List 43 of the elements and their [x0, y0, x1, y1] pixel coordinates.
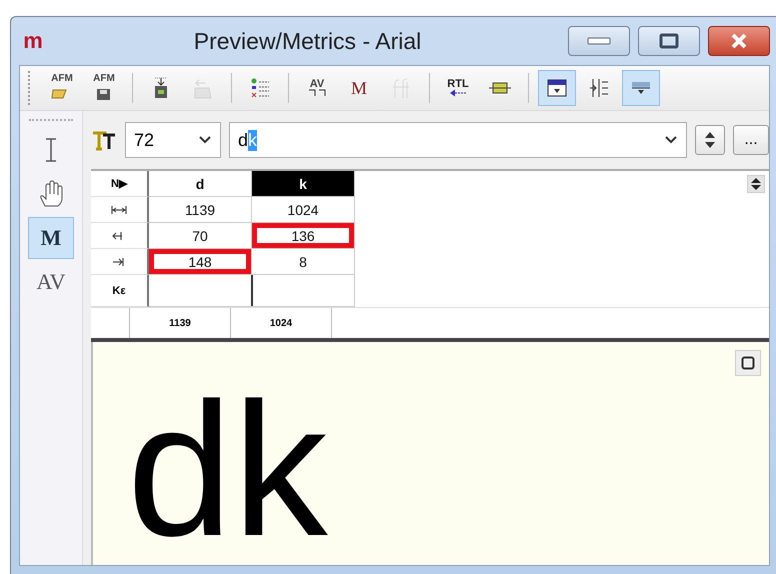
metric-cell[interactable]: 1139 [149, 197, 252, 223]
font-size-dropdown[interactable]: 72 [125, 122, 221, 158]
more-button[interactable]: ... [733, 125, 769, 155]
up-down-icon [750, 177, 762, 191]
window-title: Preview/Metrics - Arial [192, 28, 422, 54]
minimize-button[interactable] [568, 26, 630, 56]
metrics-tool[interactable]: M [28, 217, 74, 259]
pane-top-tool-button[interactable] [622, 70, 660, 106]
dropdown-icon[interactable] [664, 135, 678, 145]
corner-header[interactable]: N▶ [91, 171, 149, 197]
sample-text-field[interactable]: dk [229, 122, 687, 158]
up-down-icon [704, 130, 716, 150]
width-ruler-label: 1024 [231, 308, 332, 338]
preview-text: dk [127, 375, 328, 565]
close-button[interactable] [708, 26, 770, 56]
kerning-tool[interactable]: AV [28, 261, 74, 303]
i-beam-icon [43, 137, 59, 163]
left-arrow-icon [449, 89, 467, 97]
metric-cell[interactable]: 70 [149, 223, 252, 249]
glyph-column-header[interactable]: k [252, 171, 355, 197]
scroll-button[interactable] [747, 175, 765, 193]
metric-cell[interactable]: 136 [252, 223, 355, 249]
metric-cell[interactable]: 1024 [252, 197, 355, 223]
minimize-icon [587, 36, 611, 46]
hand-icon [38, 180, 64, 208]
square-icon [741, 356, 755, 370]
metric-cell[interactable]: 148 [149, 249, 252, 275]
pane-bottom-tool-button[interactable] [538, 70, 576, 106]
kern-tool-button[interactable]: AV [298, 70, 336, 106]
app-icon[interactable]: m [19, 31, 47, 51]
split-icon [587, 76, 611, 100]
chevron-icon [198, 135, 212, 145]
metric-cell[interactable]: 8 [252, 249, 355, 275]
save-tool-button[interactable]: AFM [85, 70, 123, 106]
open-tool-button[interactable]: AFM [43, 70, 81, 106]
spin-button[interactable] [695, 125, 725, 155]
close-icon [730, 33, 748, 49]
width-ruler-label: 1139 [130, 308, 231, 338]
maximize-button[interactable] [638, 26, 700, 56]
maximize-preview-button[interactable] [735, 350, 761, 376]
metrics-tool-button[interactable]: M [340, 70, 378, 106]
rtl-tool-button[interactable]: RTL [439, 70, 477, 106]
maximize-icon [659, 33, 679, 49]
